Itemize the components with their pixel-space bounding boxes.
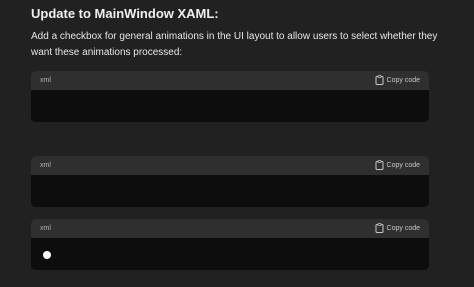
copy-code-button[interactable]: Copy code bbox=[375, 223, 420, 233]
copy-code-label: Copy code bbox=[386, 76, 420, 84]
code-block-header: xml Copy code bbox=[31, 71, 429, 90]
clipboard-icon bbox=[375, 223, 384, 233]
code-block-header: xml Copy code bbox=[31, 156, 429, 175]
code-block-body bbox=[31, 90, 429, 122]
copy-code-label: Copy code bbox=[386, 224, 420, 232]
code-block-header: xml Copy code bbox=[31, 219, 429, 238]
response-heading: Update to MainWindow XAML: bbox=[31, 6, 219, 21]
streaming-cursor-dot bbox=[43, 251, 51, 259]
code-block: xml Copy code bbox=[31, 71, 429, 122]
code-language-label: xml bbox=[40, 162, 51, 169]
copy-code-label: Copy code bbox=[386, 161, 420, 169]
code-block-body bbox=[31, 175, 429, 207]
copy-code-button[interactable]: Copy code bbox=[375, 160, 420, 170]
copy-code-button[interactable]: Copy code bbox=[375, 75, 420, 85]
clipboard-icon bbox=[375, 75, 384, 85]
code-block: xml Copy code bbox=[31, 156, 429, 207]
response-paragraph: Add a checkbox for general animations in… bbox=[31, 31, 438, 58]
chat-response-page: Update to MainWindow XAML: Add a checkbo… bbox=[0, 0, 474, 287]
code-block-body bbox=[31, 238, 429, 270]
clipboard-icon bbox=[375, 160, 384, 170]
code-language-label: xml bbox=[40, 77, 51, 84]
code-language-label: xml bbox=[40, 225, 51, 232]
code-block: xml Copy code bbox=[31, 219, 429, 270]
